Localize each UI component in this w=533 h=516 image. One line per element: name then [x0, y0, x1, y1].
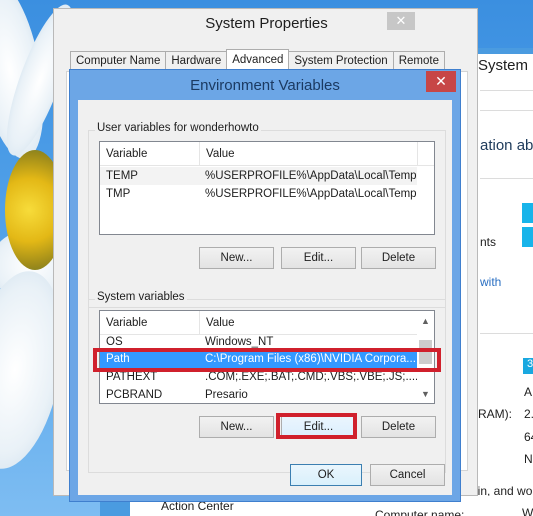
- computer-name-label: Computer name:: [375, 508, 465, 516]
- system-variables-label: System variables: [95, 291, 187, 303]
- tab-computer-name[interactable]: Computer Name: [70, 51, 167, 71]
- user-variables-label: User variables for wonderhowto: [95, 122, 261, 134]
- column-header-value[interactable]: Value: [199, 142, 417, 166]
- divider: [480, 90, 533, 91]
- user-new-button[interactable]: New...: [199, 247, 274, 269]
- close-icon: ✕: [395, 13, 407, 28]
- dialog-body: User variables for wonderhowto Variable …: [78, 100, 452, 495]
- system-text: 2.: [524, 407, 533, 421]
- dialog-title: Environment Variables: [190, 77, 340, 94]
- divider: [480, 110, 533, 111]
- list-header: Variable Value: [100, 142, 434, 166]
- rating-badge: 3: [523, 358, 533, 374]
- list-item[interactable]: PCBRAND Presario: [100, 386, 417, 403]
- list-header: Variable Value: [100, 311, 434, 335]
- user-variables-list[interactable]: Variable Value TEMP %USERPROFILE%\AppDat…: [99, 141, 435, 235]
- variable-value: %USERPROFILE%\AppData\Local\Temp: [205, 170, 417, 182]
- system-text: nts: [480, 235, 497, 249]
- user-edit-button[interactable]: Edit...: [281, 247, 356, 269]
- system-text: 64: [524, 430, 533, 444]
- close-icon: ✕: [435, 73, 447, 89]
- system-heading: ation ab: [480, 137, 533, 154]
- system-text: RAM):: [478, 407, 512, 421]
- user-delete-button[interactable]: Delete: [361, 247, 436, 269]
- scroll-up-arrow-icon[interactable]: ▲: [417, 313, 434, 330]
- variable-name: TMP: [106, 188, 131, 200]
- column-header-value[interactable]: Value: [199, 311, 417, 335]
- system-properties-title: System Properties: [205, 15, 328, 32]
- column-header-variable[interactable]: Variable: [100, 142, 199, 166]
- tab-remote[interactable]: Remote: [392, 51, 445, 71]
- path-row-highlight: [93, 348, 441, 372]
- variable-name: TEMP: [106, 170, 138, 182]
- system-text: A: [524, 385, 533, 399]
- close-button[interactable]: ✕: [426, 71, 456, 92]
- variable-value: %USERPROFILE%\AppData\Local\Temp: [205, 188, 417, 200]
- divider: [480, 178, 533, 179]
- system-window-title: System: [478, 57, 529, 74]
- column-header-filler: [417, 142, 434, 166]
- variable-name: PCBRAND: [106, 389, 163, 401]
- cancel-button[interactable]: Cancel: [370, 464, 445, 486]
- variable-value: Presario: [205, 389, 248, 401]
- divider: [480, 333, 533, 334]
- close-button[interactable]: ✕: [387, 12, 415, 30]
- system-text: N: [524, 452, 533, 466]
- tab-hardware[interactable]: Hardware: [165, 51, 228, 71]
- environment-variables-dialog: Environment Variables ✕ User variables f…: [69, 69, 461, 502]
- tab-bar: Computer Name Hardware Advanced System P…: [70, 49, 445, 72]
- system-new-button[interactable]: New...: [199, 416, 274, 438]
- system-delete-button[interactable]: Delete: [361, 416, 436, 438]
- column-header-variable[interactable]: Variable: [100, 311, 199, 335]
- system-link[interactable]: with: [480, 275, 501, 289]
- list-item[interactable]: TMP %USERPROFILE%\AppData\Local\Temp: [100, 185, 417, 203]
- ok-button[interactable]: OK: [290, 464, 362, 486]
- list-item[interactable]: TEMP %USERPROFILE%\AppData\Local\Temp: [100, 167, 417, 185]
- tab-system-protection[interactable]: System Protection: [288, 51, 394, 71]
- computer-name-value: W: [522, 506, 533, 516]
- edit-button-highlight: [276, 413, 357, 439]
- windows-logo-icon: [522, 203, 533, 247]
- scroll-down-arrow-icon[interactable]: ▼: [417, 386, 434, 403]
